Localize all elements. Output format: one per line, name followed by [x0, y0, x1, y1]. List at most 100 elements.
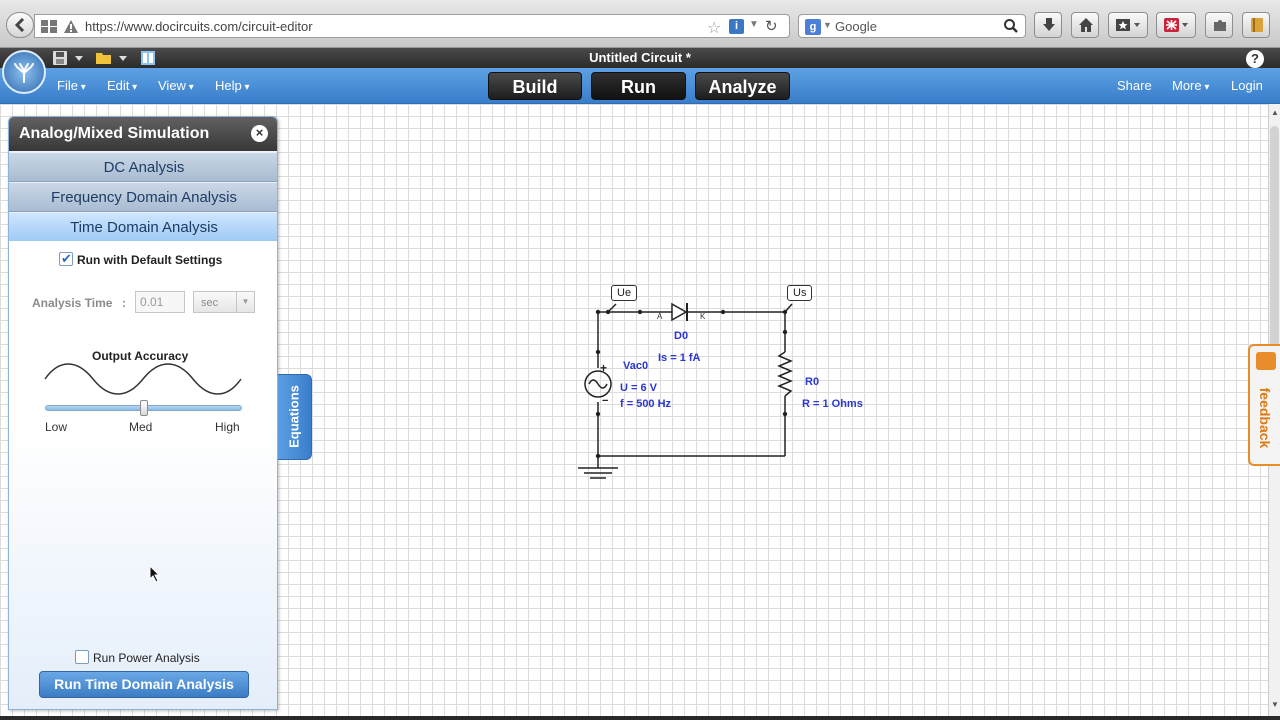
power-analysis-checkbox[interactable] [75, 650, 89, 664]
accuracy-med-label: Med [129, 420, 153, 434]
section-dc-analysis[interactable]: DC Analysis [9, 152, 277, 182]
power-analysis-label[interactable]: Run Power Analysis [93, 651, 200, 665]
mouse-cursor-icon [149, 565, 161, 583]
node [637, 309, 643, 315]
diode-anode-pin: A [657, 312, 663, 321]
default-settings-checkbox[interactable] [59, 251, 73, 267]
diode-triangle [671, 302, 688, 322]
ac-source-wave [588, 379, 608, 389]
search-icon[interactable] [1003, 18, 1019, 34]
node [595, 453, 601, 459]
section-time-domain[interactable]: Time Domain Analysis [9, 212, 277, 242]
menu-view[interactable]: View [158, 78, 194, 93]
run-mode-button[interactable]: Run [591, 72, 686, 100]
notes-button[interactable] [1242, 12, 1270, 38]
sine-wave-icon [44, 363, 242, 395]
menu-file[interactable]: File [57, 78, 86, 93]
search-input[interactable]: g ▼ Google [798, 14, 1026, 38]
home-icon [1079, 18, 1093, 32]
source-name[interactable]: Vac0 [623, 360, 648, 372]
site-grid-icon [41, 20, 57, 33]
section-frequency-domain[interactable]: Frequency Domain Analysis [9, 182, 277, 212]
probe-ue[interactable]: Ue [611, 285, 638, 301]
unit-label: sec [201, 297, 219, 309]
node [782, 309, 788, 315]
node [595, 349, 601, 355]
back-arrow-icon [14, 18, 25, 32]
equations-tab-label: Equations [286, 385, 302, 448]
resistor-zigzag [777, 351, 793, 397]
home-button[interactable] [1071, 12, 1099, 38]
run-time-domain-analysis-button[interactable]: Run Time Domain Analysis [39, 671, 249, 698]
login-link[interactable]: Login [1231, 78, 1263, 93]
resistor-name[interactable]: R0 [805, 376, 819, 388]
scroll-up-icon[interactable]: ▲ [1271, 108, 1279, 117]
url-text[interactable]: https://www.docircuits.com/circuit-edito… [85, 19, 313, 34]
notebook-icon [1251, 18, 1263, 32]
source-frequency[interactable]: f = 500 Hz [620, 398, 671, 410]
analysis-time-separator: : [122, 296, 126, 310]
panel-title: Analog/Mixed Simulation [19, 125, 210, 142]
analyze-mode-button[interactable]: Analyze [695, 72, 790, 100]
source-voltage[interactable]: U = 6 V [620, 382, 657, 394]
output-accuracy-label: Output Accuracy [92, 349, 189, 363]
diode-param[interactable]: Is = 1 fA [658, 352, 701, 364]
help-icon[interactable]: ? [1246, 50, 1264, 68]
equations-tab[interactable]: Equations [278, 374, 312, 460]
build-mode-button[interactable]: Build [488, 72, 582, 100]
browser-toolbar: https://www.docircuits.com/circuit-edito… [0, 0, 1280, 48]
more-label: More [1172, 78, 1202, 93]
download-button[interactable] [1034, 12, 1062, 38]
analysis-time-input[interactable]: 0.01 [135, 291, 185, 313]
puzzle-icon [1214, 20, 1226, 31]
panel-header: Analog/Mixed Simulation × [9, 117, 277, 151]
chevron-down-icon[interactable]: ▼ [823, 20, 832, 30]
probe-us[interactable]: Us [787, 285, 813, 301]
diode-cathode-pin: K [700, 312, 706, 321]
analysis-time-unit-select[interactable]: sec ▼ [193, 291, 255, 313]
bookmark-star-icon[interactable]: ☆ [707, 18, 721, 38]
node [720, 309, 726, 315]
back-button[interactable] [6, 12, 34, 38]
bookmarks-menu-button[interactable] [1108, 12, 1148, 38]
scroll-down-icon[interactable]: ▼ [1271, 700, 1279, 709]
ground-symbol [578, 467, 618, 479]
feedback-tab[interactable]: feedback [1248, 344, 1280, 466]
default-settings-label[interactable]: Run with Default Settings [77, 253, 222, 267]
accuracy-slider-handle[interactable] [139, 400, 148, 416]
tree-logo-icon [14, 63, 34, 83]
addon-button[interactable] [1156, 12, 1196, 38]
address-bar[interactable]: https://www.docircuits.com/circuit-edito… [34, 14, 790, 38]
share-link[interactable]: Share [1117, 78, 1152, 93]
warning-icon[interactable] [63, 19, 79, 34]
megaphone-icon [1256, 352, 1276, 370]
app-title-bar: Untitled Circuit * ? [0, 48, 1280, 68]
circuit-schematic [578, 302, 793, 479]
node [782, 411, 788, 417]
source-minus: − [602, 395, 609, 407]
google-icon[interactable]: g [805, 19, 821, 35]
bottom-edge [0, 716, 1280, 720]
close-icon[interactable]: × [251, 125, 268, 142]
accuracy-high-label: High [215, 420, 240, 434]
feedback-tab-label: feedback [1257, 387, 1273, 449]
bookmarks-icon [1116, 19, 1140, 31]
info-icon[interactable]: i [729, 19, 744, 34]
more-menu[interactable]: More ▾ [1172, 78, 1209, 93]
resistor-param[interactable]: R = 1 Ohms [802, 398, 863, 410]
menu-help[interactable]: Help [215, 78, 250, 93]
addon-icon [1164, 18, 1188, 32]
node [605, 309, 611, 315]
menu-edit[interactable]: Edit [107, 78, 137, 93]
analysis-time-label: Analysis Time [32, 296, 113, 310]
docircuits-logo[interactable] [2, 50, 46, 94]
chevron-down-icon[interactable]: ▼ [749, 19, 759, 30]
search-placeholder: Google [835, 19, 877, 34]
chevron-down-icon: ▾ [1201, 82, 1210, 93]
reload-icon[interactable]: ↻ [765, 17, 778, 35]
diode-name[interactable]: D0 [674, 330, 688, 342]
source-plus: + [600, 361, 608, 375]
analog-simulation-panel: Analog/Mixed Simulation × DC Analysis Fr… [8, 116, 278, 710]
circuit-title: Untitled Circuit * [589, 50, 691, 65]
extension-button[interactable] [1205, 12, 1233, 38]
